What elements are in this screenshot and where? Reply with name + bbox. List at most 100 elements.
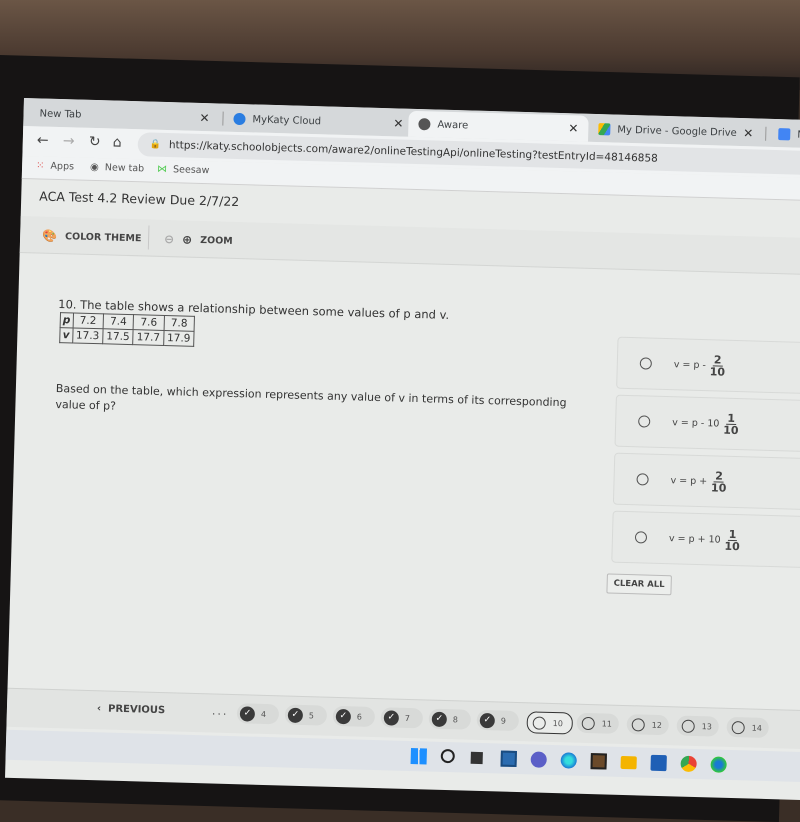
previous-label: PREVIOUS [107,703,166,717]
close-icon[interactable]: ✕ [393,116,403,130]
numerator: 2 [714,468,725,483]
question-number: 6 [356,712,363,722]
question-number: 12 [651,720,663,730]
denominator: 10 [710,480,727,495]
color-theme-button[interactable]: 🎨 COLOR THEME [42,229,142,246]
denominator: 10 [709,364,726,379]
question-number: 11 [601,718,613,729]
google-docs-icon [778,128,791,141]
question-pill-4[interactable]: ✓ 4 [236,703,280,725]
search-icon[interactable] [440,748,455,764]
close-icon[interactable]: ✕ [568,121,578,135]
more-questions-ellipsis[interactable]: ... [212,704,229,717]
question-number: 7 [404,713,411,723]
zoom-controls: ⊖ ⊕ ZOOM [164,232,233,248]
question-number: 9 [500,716,507,726]
check-circle-icon: ✓ [431,711,448,727]
question-number: 8 [452,714,459,724]
globe-icon [418,118,431,131]
edge-dev-icon[interactable] [710,756,727,773]
reload-icon[interactable]: ↻ [89,134,101,150]
fraction: 2 10 [710,468,727,495]
check-circle-icon: ✓ [239,705,256,722]
edge-icon[interactable] [560,752,577,769]
expression-text: v = p + 10 [668,532,721,546]
forward-icon[interactable]: → [63,133,75,149]
table-cell: 7.6 [133,314,165,331]
choice-expression: v = p - 10 1 10 [672,411,739,436]
back-icon[interactable]: ← [37,132,49,148]
answer-choice-b[interactable]: v = p - 10 1 10 [614,394,800,453]
check-circle-icon: ✓ [287,707,304,723]
radio-button[interactable] [638,415,651,428]
chevron-left-icon: ‹ [96,703,109,715]
bookmark-new-tab[interactable]: ◉ New tab [90,162,144,175]
fraction: 1 10 [724,527,740,552]
empty-circle-icon [581,716,595,730]
empty-circle-icon [731,720,745,734]
microsoft-store-icon[interactable] [650,754,667,772]
check-circle-icon: ✓ [383,709,400,726]
page-title: ACA Test 4.2 Review Due 2/7/22 [39,188,240,210]
bookmark-apps[interactable]: ⁙ Apps [36,160,74,172]
globe-icon: ◉ [89,161,99,174]
zoom-out-icon[interactable]: ⊖ [164,232,174,246]
radio-button[interactable] [634,531,648,544]
question-pill-13[interactable]: 13 [676,715,719,737]
question-pill-12[interactable]: 12 [626,714,670,736]
google-drive-icon [598,123,611,136]
answer-choice-d[interactable]: v = p + 10 1 10 [611,510,800,569]
chrome-icon[interactable] [680,755,697,773]
question-pill-8[interactable]: ✓ 8 [428,708,472,730]
tab-separator [765,126,767,141]
question-prompt: Based on the table, which expression rep… [55,382,567,413]
question-pill-6[interactable]: ✓ 6 [332,705,376,728]
color-theme-label: COLOR THEME [64,230,142,244]
radio-button[interactable] [639,357,652,370]
file-explorer-icon[interactable] [620,755,637,770]
tab-title: Aware [437,119,469,131]
expression-text: v = p - [673,358,707,371]
choice-expression: v = p + 10 1 10 [669,527,741,552]
fraction: 2 10 [709,353,726,379]
home-icon[interactable]: ⌂ [113,134,122,150]
answer-choice-c[interactable]: v = p + 2 10 [612,452,800,511]
task-view-icon[interactable] [470,751,483,765]
table-cell: 17.9 [163,330,195,347]
question-pill-7[interactable]: ✓ 7 [380,707,424,729]
clear-all-button[interactable]: CLEAR ALL [606,573,672,596]
toolbar-divider [147,225,150,250]
question-pill-11[interactable]: 11 [576,712,620,734]
close-icon[interactable]: ✕ [743,126,753,140]
zoom-in-icon[interactable]: ⊕ [182,232,192,246]
empty-circle-icon [681,719,695,733]
teams-chat-icon[interactable] [530,751,547,768]
tab-docs[interactable]: Nicol [768,121,800,149]
tab-title: New Tab [39,107,82,121]
close-icon[interactable]: ✕ [199,111,209,125]
table-row: v 17.3 17.5 17.7 17.9 [59,327,195,347]
bookmark-seesaw[interactable]: ⋈ Seesaw [157,164,210,176]
question-pill-10[interactable]: 10 [526,711,574,735]
question-pill-9[interactable]: ✓ 9 [476,709,520,732]
choice-expression: v = p + 2 10 [670,469,727,494]
question-number: 14 [751,723,763,733]
question-number: 5 [308,710,315,720]
zoom-label: ZOOM [200,234,233,247]
denominator: 10 [723,423,739,437]
answer-choice-a[interactable]: v = p - 2 10 [616,336,800,395]
apps-grid-icon: ⁙ [35,160,45,172]
empty-circle-icon [532,715,546,730]
question-pill-5[interactable]: ✓ 5 [284,704,328,726]
table-cell: 17.7 [132,329,164,346]
widgets-icon[interactable] [500,750,517,768]
table-cell: 7.4 [103,313,134,330]
check-circle-icon: ✓ [335,708,352,724]
previous-button[interactable]: ‹ PREVIOUS [97,703,166,716]
palette-icon: 🎨 [41,228,58,243]
minecraft-icon[interactable] [590,753,607,770]
expression-text: v = p + [670,474,708,487]
radio-button[interactable] [636,473,649,486]
question-pill-14[interactable]: 14 [726,716,769,739]
windows-start-icon[interactable] [410,748,427,765]
